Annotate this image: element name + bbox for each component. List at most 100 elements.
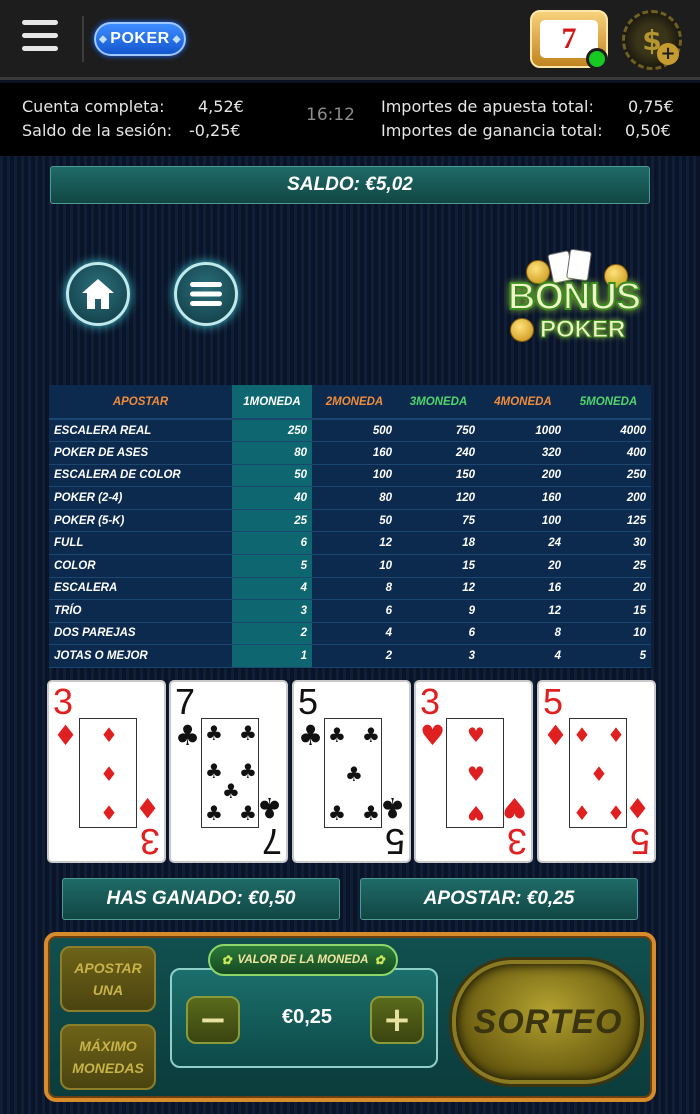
clock: 16:12 bbox=[306, 105, 355, 125]
bet-amount-bar: APOSTAR: €0,25 bbox=[360, 878, 638, 920]
paytable-payout: 20 bbox=[566, 577, 651, 601]
playing-card-4[interactable]: 3 ♥ ♥ ♥ ♥ ♥ 3 bbox=[414, 680, 533, 863]
paytable-payout: 40 bbox=[232, 486, 312, 510]
paytable-row: POKER DE ASES 80 160 240 320 400 bbox=[49, 441, 651, 465]
club-icon: ♣ bbox=[328, 723, 346, 747]
paytable-header: APOSTAR bbox=[49, 385, 232, 420]
club-icon: ♣ bbox=[362, 723, 380, 747]
deposit-button[interactable]: $ + bbox=[622, 10, 682, 70]
playing-card-3[interactable]: 5 ♣ ♣ ♣ ♣ ♣ ♣ ♣ 5 bbox=[292, 680, 411, 863]
paytable-payout: 9 bbox=[397, 599, 480, 623]
paytable-payout: 80 bbox=[312, 486, 397, 510]
diamond-icon: ♦ bbox=[624, 791, 650, 824]
club-icon: ♣ bbox=[205, 801, 223, 825]
poker-category-button[interactable]: ◆ POKER ◆ bbox=[94, 22, 186, 56]
paytable-header: 2MONEDA bbox=[312, 385, 397, 420]
menu-icon[interactable] bbox=[22, 20, 58, 56]
menu-icon bbox=[190, 282, 222, 306]
paytable-row: ESCALERA REAL 250 500 750 1000 4000 bbox=[49, 419, 651, 443]
card-face-frame: ♦ ♦ ♦ bbox=[79, 718, 137, 828]
diamond-icon: ♦ bbox=[100, 801, 118, 825]
coin-value: €0,25 bbox=[281, 1006, 333, 1028]
diamond-icon: ♦ bbox=[573, 801, 591, 825]
ganancia-total-label: Importes de ganancia total: bbox=[381, 121, 603, 140]
playing-card-5[interactable]: 5 ♦ ♦ ♦ ♦ ♦ ♦ ♦ 5 bbox=[537, 680, 656, 863]
paytable-payout: 4 bbox=[480, 644, 566, 668]
paytable-row: ESCALERA 4 8 12 16 20 bbox=[49, 577, 651, 601]
paytable-payout: 4 bbox=[312, 622, 397, 646]
card-face-frame: ♦ ♦ ♦ ♦ ♦ bbox=[569, 718, 627, 828]
card-rank: 3 bbox=[506, 821, 527, 862]
heart-icon: ♥ bbox=[467, 762, 485, 786]
card-rank: 5 bbox=[543, 681, 564, 722]
club-icon: ♣ bbox=[328, 801, 346, 825]
paytable-payout: 150 bbox=[397, 464, 480, 488]
card-face-frame: ♥ ♥ ♥ bbox=[446, 718, 504, 828]
apostar-una-line2: UNA bbox=[92, 982, 124, 998]
card-rank: 7 bbox=[175, 681, 196, 722]
gold-coin-icon bbox=[510, 318, 534, 342]
heart-icon: ♥ bbox=[501, 791, 527, 824]
paytable-header: 4MONEDA bbox=[480, 385, 566, 420]
paytable-hand-name: POKER DE ASES bbox=[49, 441, 232, 465]
paytable-payout: 200 bbox=[566, 486, 651, 510]
paytable-payout: 8 bbox=[312, 577, 397, 601]
logo-bonus-text: BONUS bbox=[507, 275, 642, 319]
paytable-payout: 5 bbox=[232, 554, 312, 578]
decrease-coin-button[interactable]: − bbox=[186, 996, 240, 1044]
paytable-payout: 200 bbox=[480, 464, 566, 488]
diamond-icon: ♦ bbox=[100, 762, 118, 786]
paytable-hand-name: ESCALERA REAL bbox=[49, 419, 232, 443]
club-icon: ♣ bbox=[239, 759, 257, 783]
diamond-icon: ♦ bbox=[573, 723, 591, 747]
apostar-una-label: APOSTAR UNA bbox=[74, 957, 141, 1001]
paytable-payout: 30 bbox=[566, 531, 651, 555]
paytable-payout: 3 bbox=[232, 599, 312, 623]
coin-value-box: − €0,25 + bbox=[170, 968, 438, 1068]
suit-dots-icon: ◆ bbox=[99, 33, 108, 45]
diamond-icon: ♦ bbox=[100, 723, 118, 747]
saldo-sesion-label: Saldo de la sesión: bbox=[22, 121, 173, 140]
card-rank: 7 bbox=[261, 821, 282, 862]
bonus-poker-logo: BONUS POKER bbox=[500, 246, 642, 346]
online-indicator bbox=[586, 48, 608, 70]
diamond-icon: ♦ bbox=[590, 762, 608, 786]
sorteo-button[interactable]: SORTEO bbox=[452, 960, 644, 1084]
logo-poker-text: POKER bbox=[539, 316, 626, 344]
diamond-icon: ♦ bbox=[134, 791, 160, 824]
maximo-line2: MONEDAS bbox=[72, 1060, 144, 1076]
paytable-payout: 160 bbox=[312, 441, 397, 465]
paytable-payout: 80 bbox=[232, 441, 312, 465]
coin-value-label: ✿ VALOR DE LA MONEDA ✿ bbox=[208, 944, 398, 976]
paytable-payout: 1 bbox=[232, 644, 312, 668]
apostar-una-button[interactable]: APOSTAR UNA bbox=[60, 946, 156, 1012]
paytable-payout: 15 bbox=[397, 554, 480, 578]
card-face-frame: ♣ ♣ ♣ ♣ ♣ bbox=[324, 718, 382, 828]
maximo-line1: MÁXIMO bbox=[79, 1038, 137, 1054]
game-menu-button[interactable] bbox=[174, 262, 238, 326]
club-icon: ♣ bbox=[379, 791, 405, 824]
playing-card-2[interactable]: 7 ♣ ♣ ♣ ♣ ♣ ♣ ♣ ♣ ♣ 7 bbox=[169, 680, 288, 863]
paytable-hand-name: FULL bbox=[49, 531, 232, 555]
paytable-row: FULL 6 12 18 24 30 bbox=[49, 531, 651, 555]
paytable-payout: 10 bbox=[312, 554, 397, 578]
paytable-payout: 4000 bbox=[566, 419, 651, 443]
slot-machine-button[interactable]: 7 bbox=[530, 10, 608, 70]
paytable-payout: 125 bbox=[566, 509, 651, 533]
paytable-payout: 320 bbox=[480, 441, 566, 465]
paytable-payout: 2 bbox=[312, 644, 397, 668]
plus-icon: + bbox=[382, 1000, 412, 1040]
paytable-payout: 18 bbox=[397, 531, 480, 555]
increase-coin-button[interactable]: + bbox=[370, 996, 424, 1044]
top-bar: ◆ POKER ◆ 7 $ + bbox=[0, 0, 700, 80]
card-rank: 5 bbox=[298, 681, 319, 722]
playing-card-1[interactable]: 3 ♦ ♦ ♦ ♦ ♦ 3 bbox=[47, 680, 166, 863]
maximo-monedas-button[interactable]: MÁXIMO MONEDAS bbox=[60, 1024, 156, 1090]
plus-icon: + bbox=[657, 43, 679, 65]
heart-icon: ♥ bbox=[467, 801, 485, 825]
club-icon: ♣ bbox=[256, 791, 282, 824]
home-button[interactable] bbox=[66, 262, 130, 326]
card-rank: 3 bbox=[420, 681, 441, 722]
game-area: SALDO: €5,02 BONUS POKER APOSTAR 1MONEDA… bbox=[0, 156, 700, 1114]
paytable-payout: 500 bbox=[312, 419, 397, 443]
